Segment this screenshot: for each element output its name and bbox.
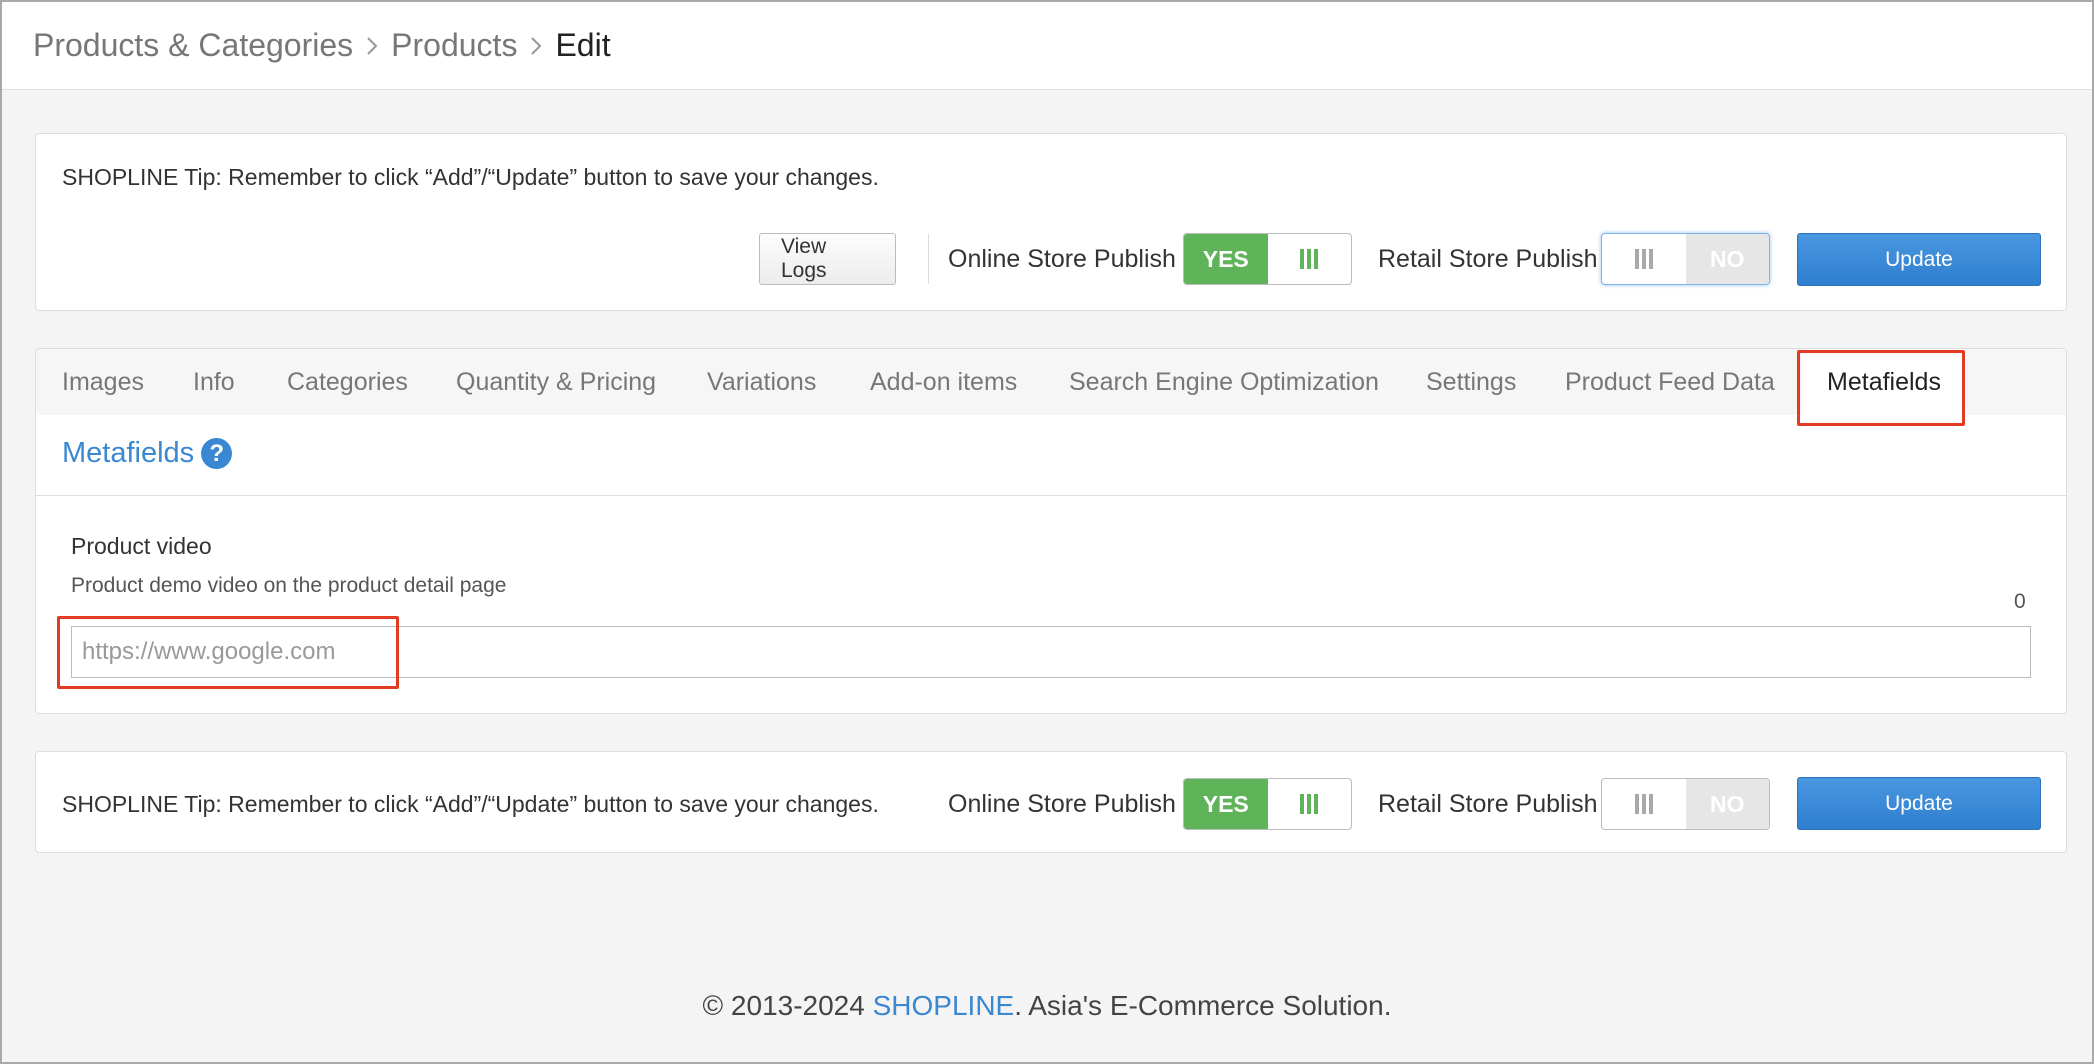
help-icon[interactable]: ? <box>201 438 233 469</box>
footer-copyright: © 2013-2024 <box>702 990 873 1021</box>
update-button[interactable]: Update <box>1797 777 2041 830</box>
tab-settings[interactable]: Settings <box>1426 349 1516 415</box>
char-counter: 0 <box>2014 590 2026 613</box>
app-window: Products & Categories Products Edit SHOP… <box>0 0 2094 1064</box>
view-logs-button[interactable]: View Logs <box>759 233 896 285</box>
metafields-title-text: Metafields <box>62 437 195 469</box>
footer-tagline: . Asia's E-Commerce Solution. <box>1014 990 1392 1021</box>
product-video-label: Product video <box>71 533 212 559</box>
online-store-publish-label: Online Store Publish <box>948 245 1176 273</box>
retail-store-publish-toggle[interactable]: NO <box>1601 778 1770 830</box>
grip-icon <box>1602 234 1686 284</box>
breadcrumb-current: Edit <box>555 27 611 63</box>
divider <box>36 495 2066 496</box>
retail-store-publish-label: Retail Store Publish <box>1378 790 1598 818</box>
retail-store-publish-label: Retail Store Publish <box>1378 245 1598 273</box>
retail-store-publish-toggle[interactable]: NO <box>1601 233 1770 285</box>
tab-bar: Images Info Categories Quantity & Pricin… <box>36 349 2066 415</box>
divider <box>928 234 929 284</box>
chevron-right-icon <box>529 35 543 57</box>
online-store-publish-label: Online Store Publish <box>948 790 1176 818</box>
tab-images[interactable]: Images <box>62 349 144 415</box>
save-tip: SHOPLINE Tip: Remember to click “Add”/“U… <box>62 164 879 190</box>
tab-product-feed-data[interactable]: Product Feed Data <box>1565 349 1775 415</box>
tab-variations[interactable]: Variations <box>707 349 816 415</box>
save-tip: SHOPLINE Tip: Remember to click “Add”/“U… <box>62 791 879 817</box>
chevron-right-icon <box>365 35 379 57</box>
metafields-title: Metafields ? <box>62 437 233 470</box>
top-action-panel: SHOPLINE Tip: Remember to click “Add”/“U… <box>35 133 2067 311</box>
product-edit-panel: Images Info Categories Quantity & Pricin… <box>35 348 2067 714</box>
breadcrumb: Products & Categories Products Edit <box>2 2 2092 90</box>
toggle-no: NO <box>1685 779 1769 829</box>
tab-metafields[interactable]: Metafields <box>1802 349 1966 415</box>
toggle-yes: YES <box>1184 779 1268 829</box>
toggle-yes: YES <box>1184 234 1268 284</box>
footer: © 2013-2024 SHOPLINE. Asia's E-Commerce … <box>2 990 2092 1022</box>
toggle-no: NO <box>1685 234 1769 284</box>
grip-icon <box>1268 234 1352 284</box>
online-store-publish-toggle[interactable]: YES <box>1183 233 1352 285</box>
product-video-input[interactable] <box>71 626 2031 678</box>
update-button[interactable]: Update <box>1797 233 2041 286</box>
tab-categories[interactable]: Categories <box>287 349 408 415</box>
tab-add-on-items[interactable]: Add-on items <box>870 349 1017 415</box>
online-store-publish-toggle[interactable]: YES <box>1183 778 1352 830</box>
tab-quantity-pricing[interactable]: Quantity & Pricing <box>456 349 656 415</box>
tab-info[interactable]: Info <box>193 349 235 415</box>
footer-brand-link[interactable]: SHOPLINE <box>873 990 1015 1021</box>
breadcrumb-item-products-categories[interactable]: Products & Categories <box>33 27 353 64</box>
bottom-action-panel: SHOPLINE Tip: Remember to click “Add”/“U… <box>35 751 2067 853</box>
breadcrumb-item-products[interactable]: Products <box>391 27 517 64</box>
tab-seo[interactable]: Search Engine Optimization <box>1069 349 1379 415</box>
product-video-description: Product demo video on the product detail… <box>71 574 507 597</box>
grip-icon <box>1268 779 1352 829</box>
grip-icon <box>1602 779 1686 829</box>
